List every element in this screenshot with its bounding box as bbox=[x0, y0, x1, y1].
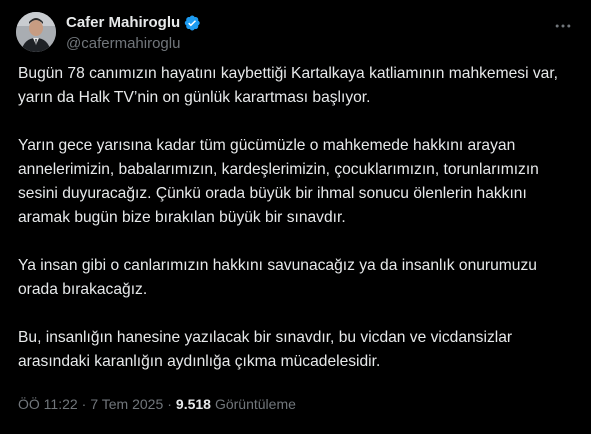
avatar[interactable] bbox=[16, 12, 56, 52]
tweet-paragraph: Ya insan gibi o canlarımızın hakkını sav… bbox=[18, 257, 537, 298]
verified-badge-icon[interactable] bbox=[183, 14, 201, 32]
more-dots-glyph bbox=[555, 24, 571, 28]
tweet-time[interactable]: ÖÖ 11:22 bbox=[18, 396, 78, 412]
name-row: Cafer Mahiroglu bbox=[66, 13, 201, 33]
meta-separator: · bbox=[81, 396, 87, 412]
author-handle[interactable]: @cafermahiroglu bbox=[66, 35, 201, 52]
tweet-paragraph: Yarın gece yarısına kadar tüm gücümüzle … bbox=[18, 137, 539, 226]
author-display-name[interactable]: Cafer Mahiroglu bbox=[66, 14, 180, 31]
tweet-date[interactable]: 7 Tem 2025 bbox=[90, 396, 163, 412]
views-count: 9.518 bbox=[175, 396, 211, 412]
tweet-text: Bugün 78 canımızın hayatını kaybettiği K… bbox=[18, 62, 578, 398]
tweet-header: Cafer Mahiroglu @cafermahiroglu bbox=[16, 10, 575, 54]
more-horizontal-icon[interactable] bbox=[551, 14, 575, 38]
author-names: Cafer Mahiroglu @cafermahiroglu bbox=[66, 13, 201, 52]
avatar-image bbox=[16, 12, 56, 52]
tweet-paragraph: Bu, insanlığın hanesine yazılacak bir sı… bbox=[18, 329, 513, 370]
views-label: Görüntüleme bbox=[214, 396, 296, 412]
tweet-meta: ÖÖ 11:22 · 7 Tem 2025 · 9.518 Görüntülem… bbox=[18, 396, 296, 412]
meta-separator: · bbox=[167, 396, 172, 412]
tweet-card: Cafer Mahiroglu @cafermahiroglu Bugün 78… bbox=[0, 0, 591, 434]
tweet-paragraph: Bugün 78 canımızın hayatını kaybettiği K… bbox=[18, 65, 558, 106]
